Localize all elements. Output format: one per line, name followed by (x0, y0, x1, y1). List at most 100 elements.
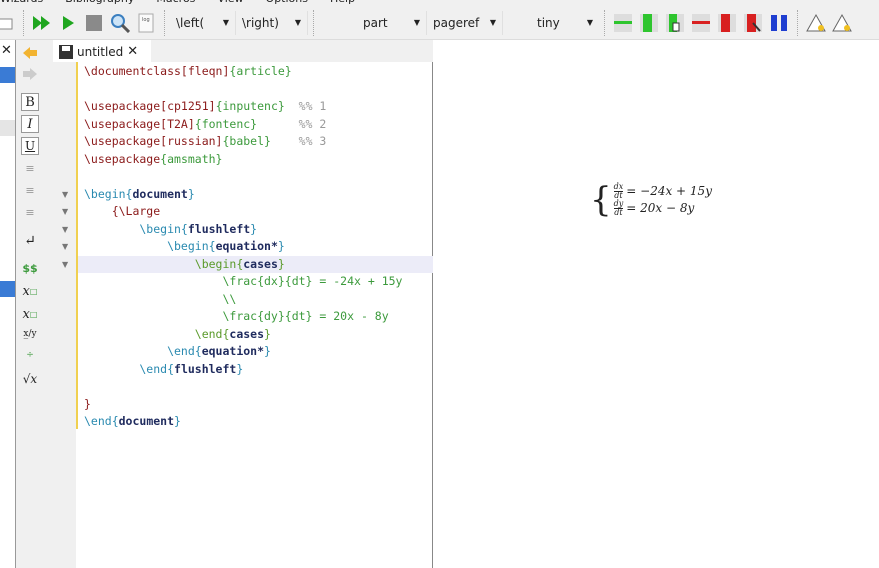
code-token: {article} (229, 64, 292, 78)
add-row-icon[interactable] (612, 12, 634, 34)
panel-selected-item[interactable] (0, 67, 15, 83)
math-mode-button[interactable]: $$ (21, 259, 39, 277)
compile-icon[interactable] (57, 12, 79, 34)
remove-row-icon[interactable] (690, 12, 712, 34)
menu-item[interactable]: View (217, 0, 243, 5)
reference-value: pageref (433, 15, 480, 30)
section-select[interactable]: part ▼ (319, 10, 427, 35)
fold-toggle-icon[interactable]: ▼ (62, 207, 68, 216)
panel-selected-item[interactable] (0, 281, 15, 297)
cut-column-icon[interactable] (742, 12, 764, 34)
code-line: \end{cases} (84, 326, 271, 343)
code-line: \usepackage[russian]{babel} %% 3 (84, 133, 326, 150)
align-left-icon[interactable]: ≡ (21, 159, 39, 177)
left-delimiter-value: \left( (176, 15, 205, 30)
code-token: } (84, 396, 91, 411)
reference-select[interactable]: pageref ▼ (427, 10, 503, 35)
fold-toggle-icon[interactable]: ▼ (62, 242, 68, 251)
code-token: document (132, 186, 188, 201)
code-token: \usepackage[russian] (84, 134, 223, 148)
code-token: \end{ (84, 344, 202, 358)
panel-item[interactable] (0, 120, 15, 136)
superscript-icon[interactable]: x □ (21, 305, 39, 323)
newline-icon[interactable]: ↵ (21, 232, 39, 250)
code-token: equation* (215, 239, 278, 253)
left-delimiter-select[interactable]: \left( ▼ (170, 10, 236, 35)
size-select[interactable]: tiny ▼ (503, 11, 599, 35)
menu-item[interactable]: Wizards (0, 0, 43, 5)
code-token: equation* (201, 344, 265, 358)
code-token: \usepackage (84, 151, 161, 166)
code-token: } (187, 186, 195, 201)
fold-toggle-icon[interactable]: ▼ (62, 225, 68, 234)
stop-icon[interactable] (83, 12, 105, 34)
code-line: {\Large (84, 203, 160, 220)
menu-item[interactable]: Bibliography (65, 0, 134, 5)
chevron-down-icon: ▼ (222, 18, 229, 27)
code-token: } (250, 221, 258, 236)
code-token: {fontenc} (194, 116, 258, 131)
code-token: \end{ (84, 326, 230, 341)
code-line: \end{equation*} (84, 343, 271, 360)
code-token: } (236, 361, 244, 376)
menu-item[interactable]: Help (330, 0, 355, 5)
fold-toggle-icon[interactable]: ▼ (62, 260, 68, 269)
warning-icon[interactable] (831, 12, 853, 34)
code-token: \frac{dx}{dt} = -24x + 15y (84, 274, 403, 288)
code-line: \end{flushleft} (84, 361, 243, 378)
code-token: cases (243, 256, 278, 271)
close-tab-icon[interactable]: ✕ (127, 44, 138, 59)
code-token: } (277, 256, 285, 271)
code-token: \begin{ (84, 256, 244, 271)
subscript-icon[interactable]: x □ (21, 282, 39, 300)
align-center-icon[interactable]: ≡ (21, 181, 39, 199)
equation-line-2: dy dt = 20x − 8y (613, 199, 695, 217)
pdf-preview[interactable] (433, 40, 879, 568)
code-line: \end{document} (84, 413, 181, 430)
bold-button[interactable]: B (21, 93, 39, 111)
underline-button[interactable]: U (21, 137, 39, 155)
open-icon[interactable] (0, 12, 16, 34)
rendered-equation: { dx dt = −24x + 15y dy dt = 20x − 8y (590, 183, 712, 218)
code-token: \frac{dy}{dt} = 20x - 8y (84, 309, 389, 323)
close-panel-button[interactable]: ✕ (1, 43, 12, 58)
insert-column-icon[interactable] (664, 12, 686, 34)
view-icon[interactable] (109, 12, 131, 34)
chevron-down-icon: ▼ (586, 18, 593, 27)
log-icon[interactable]: log (135, 12, 157, 34)
code-token: \\ (84, 291, 237, 306)
remove-column-icon[interactable] (716, 12, 738, 34)
code-line: \frac{dy}{dt} = 20x - 8y (84, 308, 389, 325)
code-token: {\Large (84, 204, 161, 218)
forward-icon[interactable] (21, 65, 39, 83)
structure-panel: ✕ (0, 40, 16, 568)
code-token: } (264, 326, 271, 341)
right-delimiter-select[interactable]: \right) ▼ (236, 10, 308, 35)
save-icon (59, 44, 73, 59)
fraction-icon[interactable]: x̲/y (21, 325, 39, 343)
code-token: flushleft (187, 221, 251, 236)
menu-item[interactable]: Macros (156, 0, 195, 5)
sqrt-icon[interactable]: √x (21, 370, 39, 388)
code-line: \\ (84, 291, 236, 308)
code-token: } (174, 414, 181, 428)
italic-button[interactable]: I (21, 115, 39, 133)
dfrac-icon[interactable]: ÷ (21, 346, 39, 364)
code-token: document (118, 414, 175, 428)
format-sidebar: B I U ≡ ≡ ≡ ↵ $$ x □ x □ x̲/y ÷ √x (16, 40, 45, 568)
menu-item[interactable]: Options (266, 0, 308, 5)
code-line: \usepackage[cp1251]{inputenc} %% 1 (84, 98, 326, 115)
tab-untitled[interactable]: untitled ✕ (53, 40, 151, 63)
add-column-icon[interactable] (638, 12, 660, 34)
code-line: \begin{document} (84, 186, 195, 203)
chevron-down-icon: ▼ (489, 18, 496, 27)
align-columns-icon[interactable] (768, 12, 790, 34)
align-right-icon[interactable]: ≡ (21, 203, 39, 221)
code-editor[interactable]: \documentclass[fleqn]{article} \usepackag… (45, 62, 433, 568)
chevron-down-icon: ▼ (413, 18, 420, 27)
toolbar: log \left( ▼ \right) ▼ part ▼ pageref ▼ tiny… (0, 6, 879, 40)
warning-icon[interactable] (805, 12, 827, 34)
fold-toggle-icon[interactable]: ▼ (62, 190, 68, 199)
back-icon[interactable] (21, 44, 39, 62)
build-and-view-icon[interactable] (31, 12, 53, 34)
